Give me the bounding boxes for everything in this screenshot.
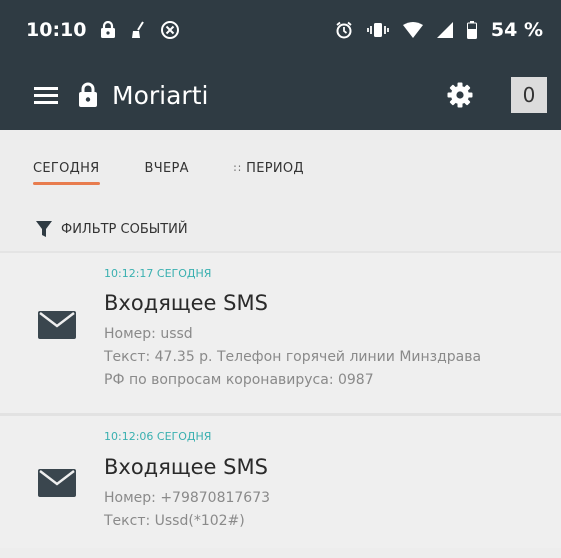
wifi-icon (402, 22, 423, 38)
app-screen: 10:10 54 % Moriarti 0 СЕГОДНЯ ВЧЕРА ∷ ПЕ… (0, 0, 561, 558)
filter-icon (36, 221, 52, 237)
list-item[interactable]: 10:12:17 СЕГОДНЯ Входящее SMS Номер: uss… (0, 253, 561, 413)
battery-percent: 54 % (490, 19, 543, 41)
tab-today[interactable]: СЕГОДНЯ (33, 161, 100, 185)
blocked-icon (160, 20, 180, 40)
app-toolbar: Moriarti 0 (0, 60, 561, 130)
event-text-cont: РФ по вопросам коронавируса: 0987 (104, 372, 374, 388)
lock-icon (100, 21, 116, 39)
tab-period[interactable]: ∷ ПЕРИОД (234, 161, 304, 176)
event-text: Текст: 47.35 р. Телефон горячей линии Ми… (104, 349, 482, 365)
grid-icon: ∷ (233, 162, 242, 175)
broom-icon (130, 21, 146, 39)
status-time: 10:10 (26, 19, 87, 41)
event-title: Входящее SMS (104, 455, 268, 479)
event-text: Текст: Ussd(*102#) (104, 513, 245, 529)
event-time: 10:12:06 СЕГОДНЯ (104, 430, 212, 443)
vibrate-icon (367, 21, 389, 39)
menu-icon[interactable] (34, 85, 58, 105)
lock-icon (78, 82, 98, 108)
tab-yesterday[interactable]: ВЧЕРА (145, 161, 189, 176)
alarm-icon (335, 21, 353, 39)
event-number: Номер: +79870817673 (104, 490, 271, 506)
tab-period-label: ПЕРИОД (246, 161, 304, 176)
gear-icon[interactable] (447, 82, 473, 108)
envelope-icon (38, 469, 76, 501)
signal-icon (436, 22, 453, 38)
battery-icon (466, 21, 477, 39)
period-tabs: СЕГОДНЯ ВЧЕРА ∷ ПЕРИОД (0, 130, 561, 195)
list-item[interactable]: 10:12:06 СЕГОДНЯ Входящее SMS Номер: +79… (0, 416, 561, 548)
status-bar: 10:10 54 % (0, 0, 561, 60)
event-filter[interactable]: ФИЛЬТР СОБЫТИЙ (0, 195, 561, 245)
event-counter[interactable]: 0 (511, 77, 547, 113)
app-title: Moriarti (112, 80, 209, 110)
event-time: 10:12:17 СЕГОДНЯ (104, 267, 212, 280)
envelope-icon (38, 311, 76, 343)
filter-label: ФИЛЬТР СОБЫТИЙ (61, 221, 188, 237)
event-number: Номер: ussd (104, 326, 193, 342)
event-title: Входящее SMS (104, 291, 268, 315)
